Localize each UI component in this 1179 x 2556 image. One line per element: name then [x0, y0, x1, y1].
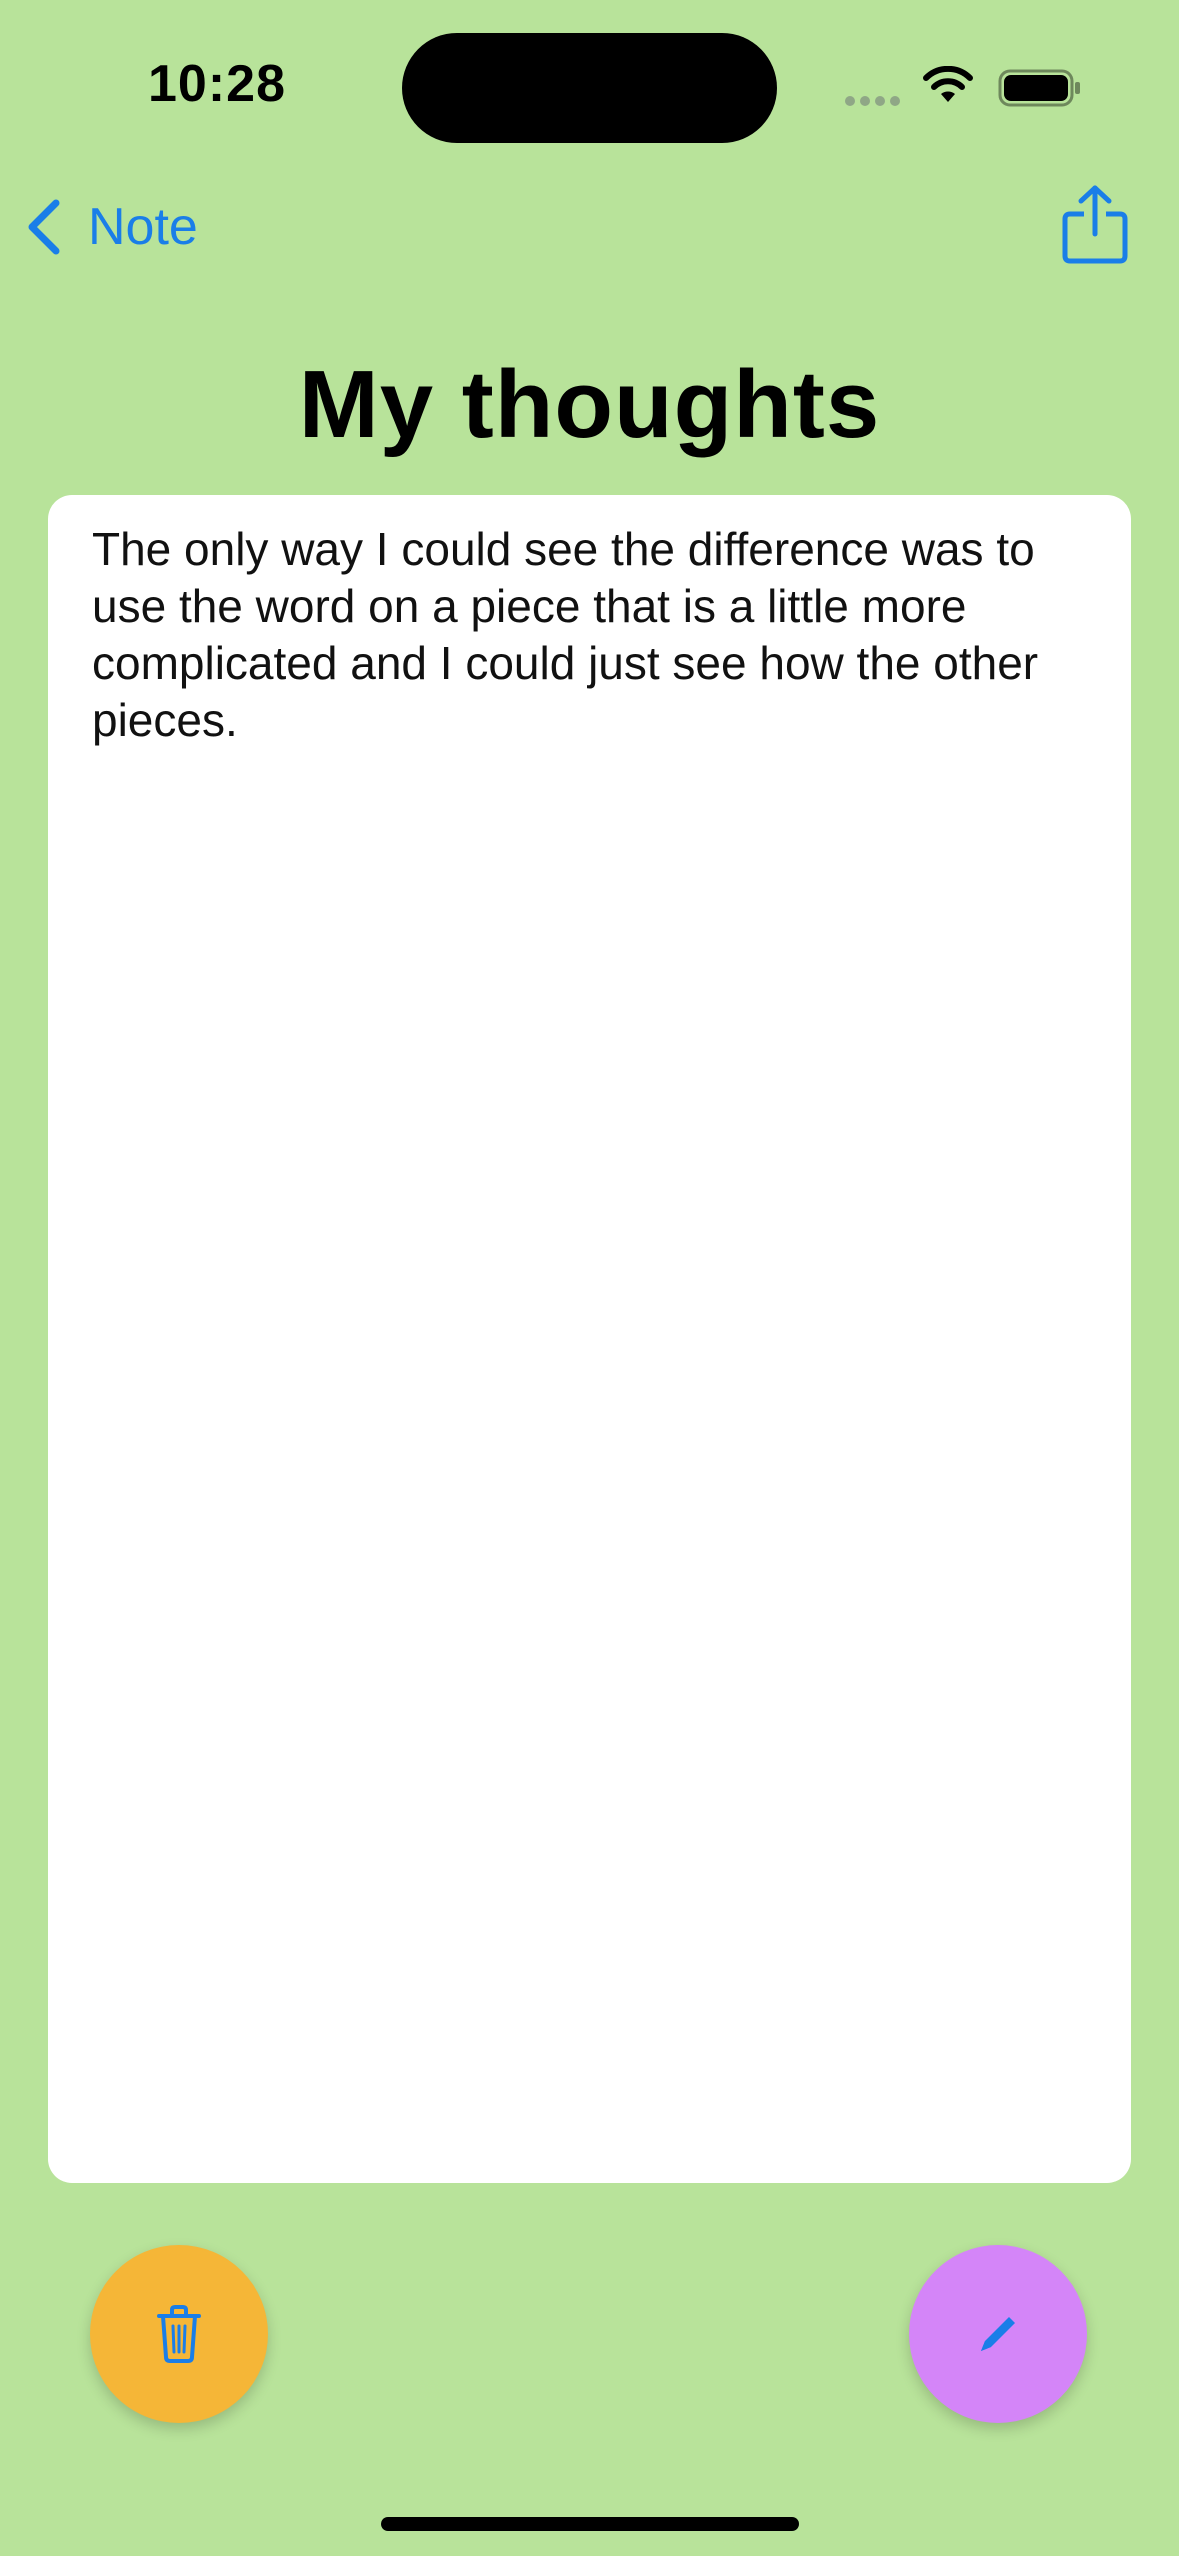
back-label: Note — [88, 198, 198, 256]
chevron-left-icon — [28, 199, 60, 255]
edit-button[interactable] — [909, 2245, 1087, 2423]
status-bar: 10:28 — [0, 0, 1179, 170]
dynamic-island — [402, 33, 777, 143]
page-title: My thoughts — [298, 351, 881, 458]
status-time: 10:28 — [148, 55, 286, 113]
trash-icon — [157, 2305, 201, 2363]
share-icon[interactable] — [1060, 182, 1130, 266]
home-indicator[interactable] — [381, 2517, 799, 2531]
note-text[interactable]: The only way I could see the difference … — [92, 521, 1087, 749]
note-card[interactable]: The only way I could see the difference … — [48, 495, 1131, 2183]
cellular-signal-icon — [845, 96, 905, 106]
delete-button[interactable] — [90, 2245, 268, 2423]
pencil-icon — [981, 2317, 1015, 2351]
battery-icon — [998, 69, 1080, 107]
back-button[interactable]: Note — [24, 192, 198, 262]
wifi-icon — [923, 66, 973, 102]
